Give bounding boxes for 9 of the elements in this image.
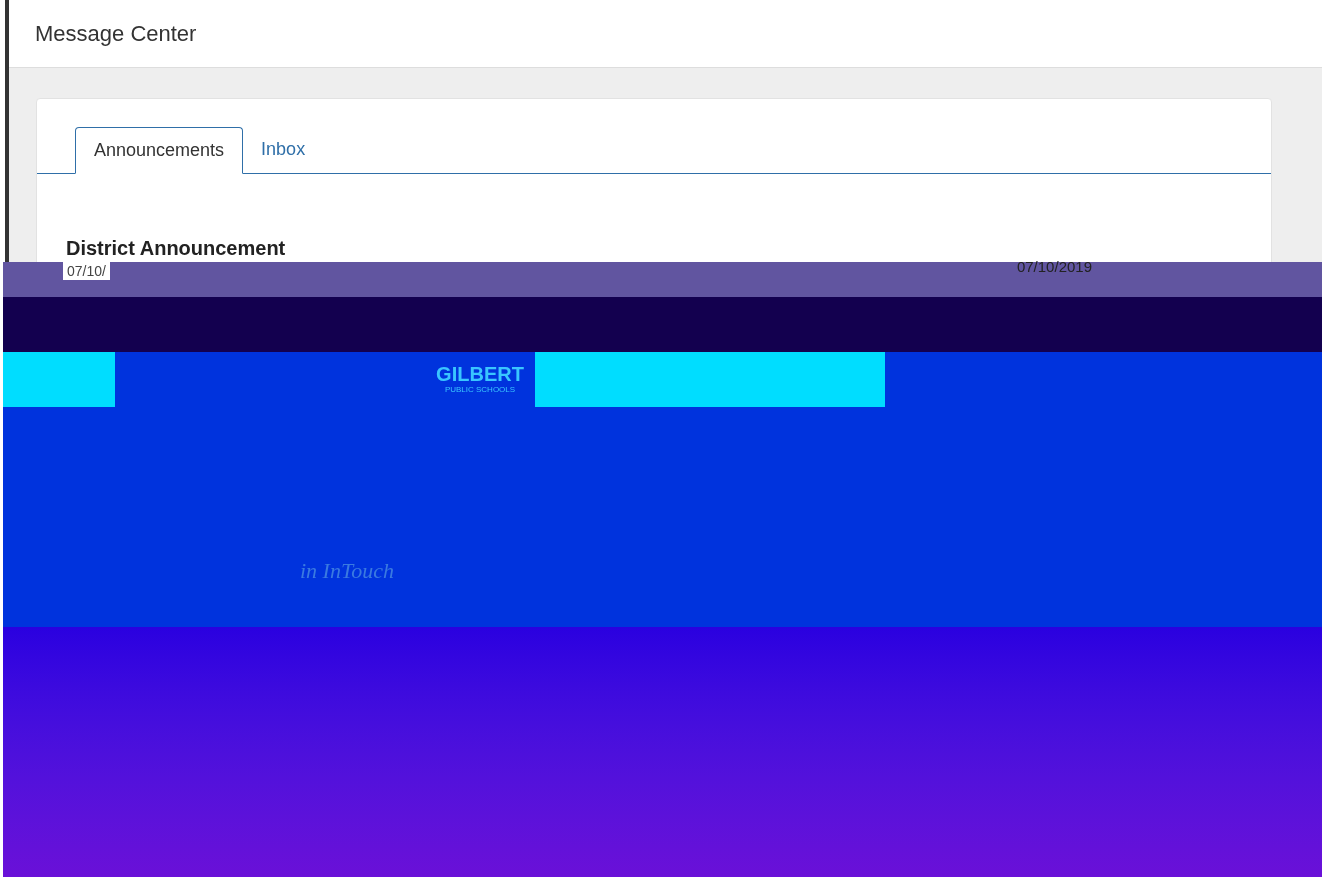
banner-tagline: in InTouch [300, 557, 394, 585]
announcement-title: District Announcement [66, 236, 287, 260]
tab[interactable]: Announcements [75, 127, 244, 174]
announcement-date: 07/10/2019 [1016, 262, 1092, 277]
announcement-date: 07/10/ [63, 262, 110, 280]
logo-text: GILBERT [436, 363, 524, 384]
tab[interactable]: Inbox [243, 126, 324, 173]
logo-subtitle: PUBLIC SCHOOLS [444, 383, 516, 396]
page-title: Message Center [35, 20, 197, 48]
